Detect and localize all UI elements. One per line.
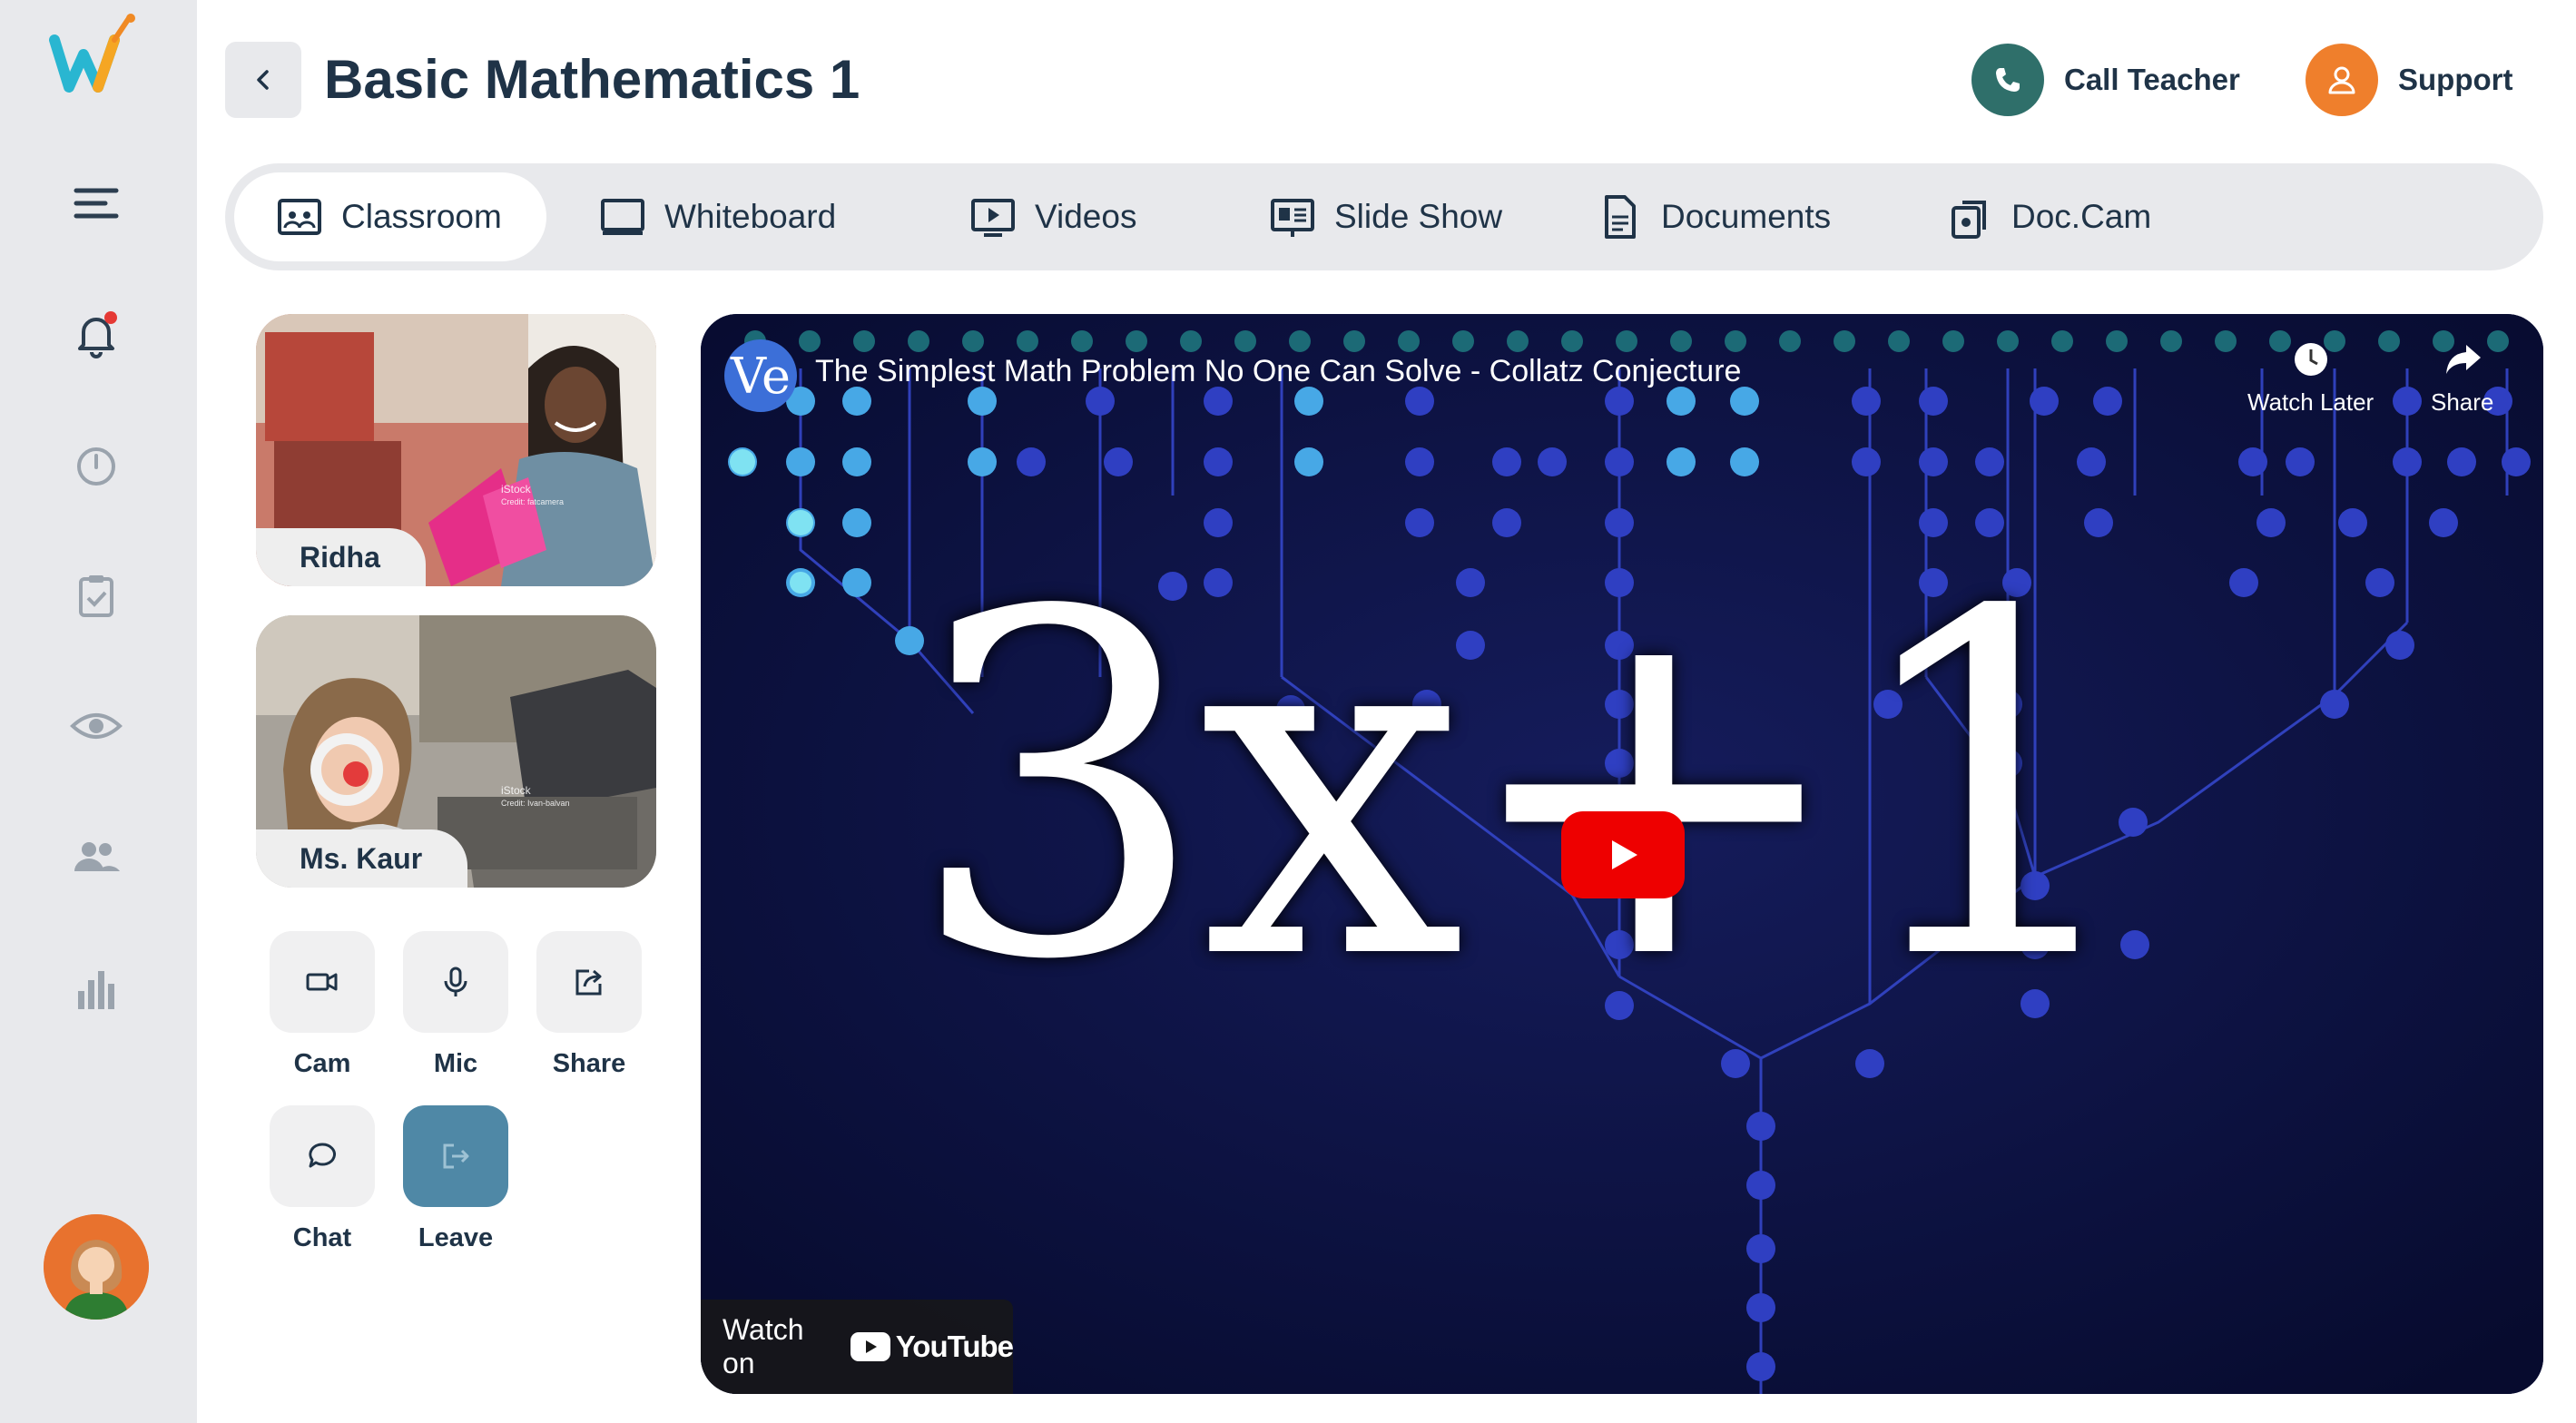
cam-button[interactable]: Cam xyxy=(269,931,376,1079)
microphone-icon xyxy=(444,967,467,996)
person-icon xyxy=(2306,44,2378,116)
app-logo[interactable] xyxy=(47,13,149,103)
video-title[interactable]: The Simplest Math Problem No One Can Sol… xyxy=(815,354,1741,389)
slideshow-icon xyxy=(1271,199,1314,237)
watch-on-youtube-link[interactable]: Watch on YouTube xyxy=(701,1300,1014,1394)
tab-classroom[interactable]: Classroom xyxy=(234,172,546,261)
timer-icon[interactable] xyxy=(58,427,134,503)
chevron-left-icon xyxy=(257,70,269,90)
exit-icon xyxy=(443,1143,469,1169)
bar-chart-icon[interactable] xyxy=(58,949,134,1026)
participant-name: Ms. Kaur xyxy=(256,829,468,888)
tab-whiteboard[interactable]: Whiteboard xyxy=(599,172,836,261)
share-icon xyxy=(575,969,602,996)
watermark-credit: Credit: Ivan-balvan xyxy=(501,799,570,808)
video-formula: 3x+1 xyxy=(908,513,2143,1063)
user-avatar[interactable] xyxy=(44,1214,149,1320)
notification-dot xyxy=(104,311,117,324)
tab-doc-cam[interactable]: Doc.Cam xyxy=(1946,172,2151,261)
mic-button[interactable]: Mic xyxy=(402,931,509,1079)
whiteboard-icon xyxy=(601,199,644,235)
youtube-embed[interactable]: 3x+1 Ve The Simplest Math Problem No One… xyxy=(701,314,2543,1394)
document-icon xyxy=(1605,195,1636,239)
watch-later-button[interactable]: Watch Later xyxy=(2247,338,2374,417)
menu-icon[interactable] xyxy=(58,165,134,241)
users-icon[interactable] xyxy=(58,819,134,895)
play-icon xyxy=(1612,840,1637,869)
youtube-share-button[interactable]: Share xyxy=(2431,338,2493,417)
clipboard-check-icon[interactable] xyxy=(58,557,134,633)
clock-icon xyxy=(2294,343,2327,376)
camera-icon xyxy=(306,973,338,991)
leave-button[interactable]: Leave xyxy=(402,1105,509,1253)
tab-documents[interactable]: Documents xyxy=(1596,172,1831,261)
sidebar xyxy=(0,0,197,1423)
channel-avatar[interactable]: Ve xyxy=(724,339,797,412)
youtube-logo: YouTube xyxy=(850,1330,1014,1364)
page-title: Basic Mathematics 1 xyxy=(324,49,860,110)
participant-tile-ridha[interactable]: iStock Credit: fatcamera Ridha xyxy=(256,314,656,586)
share-arrow-icon xyxy=(2445,345,2481,374)
support-button[interactable]: Support xyxy=(2306,42,2512,118)
play-button[interactable] xyxy=(1561,811,1685,898)
watermark-credit: Credit: fatcamera xyxy=(501,497,565,506)
chat-button[interactable]: Chat xyxy=(269,1105,376,1253)
participant-tile-ms-kaur[interactable]: iStock Credit: Ivan-balvan Ms. Kaur xyxy=(256,615,656,888)
eye-icon[interactable] xyxy=(58,688,134,764)
video-icon xyxy=(971,199,1015,237)
tab-videos[interactable]: Videos xyxy=(969,172,1136,261)
watermark-text: iStock xyxy=(501,483,531,496)
call-teacher-button[interactable]: Call Teacher xyxy=(1971,42,2240,118)
doccam-icon xyxy=(1952,201,1986,239)
tab-slide-show[interactable]: Slide Show xyxy=(1269,172,1502,261)
watermark-text: iStock xyxy=(501,784,531,797)
bell-icon[interactable] xyxy=(58,296,134,372)
phone-icon xyxy=(1971,44,2044,116)
tab-bar: Classroom Whiteboard Videos Slide Show D… xyxy=(225,163,2543,270)
participant-name: Ridha xyxy=(256,528,426,586)
chat-bubble-icon xyxy=(309,1143,336,1168)
share-button[interactable]: Share xyxy=(536,931,643,1079)
classroom-icon xyxy=(278,199,321,235)
back-button[interactable] xyxy=(225,42,301,118)
